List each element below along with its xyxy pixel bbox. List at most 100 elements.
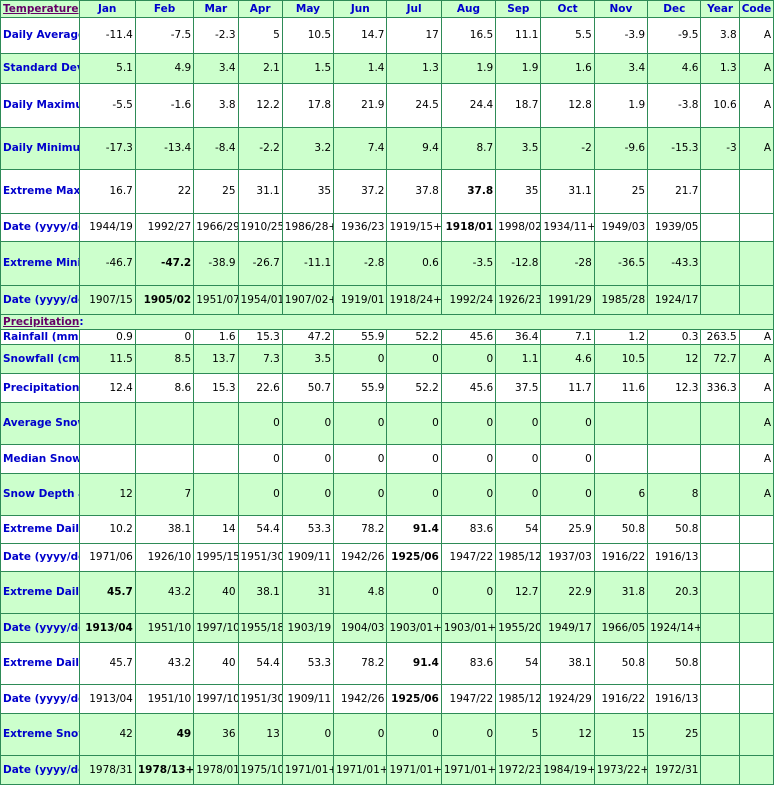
data-cell: 1903/19 bbox=[281, 613, 335, 643]
data-cell: 25.9 bbox=[540, 515, 595, 544]
data-cell: 4.9 bbox=[134, 53, 195, 84]
data-cell: 3.8 bbox=[193, 83, 239, 128]
data-cell bbox=[700, 713, 740, 756]
data-cell: 263.5 bbox=[700, 329, 740, 345]
row-label: Extreme Daily Rainfall (mm) bbox=[0, 515, 80, 544]
data-cell: 37.8 bbox=[386, 169, 442, 214]
data-cell: -11.4 bbox=[78, 17, 136, 54]
col-header-jun: Jun bbox=[333, 0, 388, 18]
table-row: Extreme Daily Snowfall (cm)45.743.24038.… bbox=[0, 571, 774, 614]
row-label: Date (yyyy/dd) bbox=[0, 213, 80, 242]
data-cell: -9.6 bbox=[593, 127, 649, 170]
data-cell: 0 bbox=[281, 713, 335, 756]
precipitation-link[interactable]: Precipitation bbox=[3, 316, 79, 328]
data-cell: 22 bbox=[134, 169, 195, 214]
data-cell: 0 bbox=[495, 402, 542, 445]
data-cell: 1966/05 bbox=[593, 613, 649, 643]
data-cell: 0 bbox=[237, 444, 283, 474]
data-cell: 37.5 bbox=[495, 373, 542, 403]
data-cell: 1971/01+ bbox=[333, 755, 388, 785]
data-cell: 1972/23 bbox=[495, 755, 542, 785]
data-cell: 38.1 bbox=[134, 515, 195, 544]
data-cell: 0.6 bbox=[386, 241, 442, 286]
data-cell: 35 bbox=[495, 169, 542, 214]
data-cell: 14 bbox=[193, 515, 239, 544]
data-cell: 11.5 bbox=[78, 344, 136, 374]
data-cell: -1.6 bbox=[134, 83, 195, 128]
data-cell: 5.5 bbox=[540, 17, 595, 54]
data-cell: 78.2 bbox=[333, 642, 388, 685]
data-cell: 17.8 bbox=[281, 83, 335, 128]
data-cell: -2.8 bbox=[333, 241, 388, 286]
col-header-year: Year bbox=[700, 0, 740, 18]
table-row: Daily Minimum (°C)-17.3-13.4-8.4-2.23.27… bbox=[0, 127, 774, 170]
data-cell: 45.7 bbox=[78, 571, 136, 614]
data-cell: 54.4 bbox=[237, 642, 283, 685]
data-cell: 1978/13+ bbox=[134, 755, 195, 785]
data-cell: -5.5 bbox=[78, 83, 136, 128]
data-code-cell: A bbox=[738, 53, 774, 84]
data-cell bbox=[700, 169, 740, 214]
data-cell: 50.8 bbox=[647, 515, 702, 544]
data-cell: 55.9 bbox=[333, 373, 388, 403]
data-cell: 1916/13 bbox=[647, 684, 702, 714]
data-cell: 1916/22 bbox=[593, 684, 649, 714]
data-code-cell: A bbox=[738, 83, 774, 128]
data-cell: 1985/12 bbox=[495, 684, 542, 714]
col-header-dec: Dec bbox=[647, 0, 702, 18]
data-cell: 0 bbox=[540, 473, 595, 516]
data-cell: 18.7 bbox=[495, 83, 542, 128]
data-cell: 1903/01+ bbox=[386, 613, 442, 643]
data-cell: -43.3 bbox=[647, 241, 702, 286]
data-cell bbox=[647, 444, 702, 474]
data-cell: 0 bbox=[386, 344, 442, 374]
data-cell: 37.8 bbox=[440, 169, 497, 214]
data-code-cell bbox=[738, 684, 774, 714]
table-row: Date (yyyy/dd)1944/191992/271966/291910/… bbox=[0, 213, 774, 242]
table-row: Date (yyyy/dd)1978/311978/13+1978/011975… bbox=[0, 755, 774, 785]
data-cell: 52.2 bbox=[386, 329, 442, 345]
data-cell: -38.9 bbox=[193, 241, 239, 286]
data-cell: 0.3 bbox=[647, 329, 702, 345]
data-cell: 0 bbox=[237, 473, 283, 516]
data-cell: 1903/01+ bbox=[440, 613, 497, 643]
data-cell: 1.3 bbox=[700, 53, 740, 84]
data-cell: 72.7 bbox=[700, 344, 740, 374]
data-cell: 8.6 bbox=[134, 373, 195, 403]
data-cell: 1909/11 bbox=[281, 684, 335, 714]
data-cell: 52.2 bbox=[386, 373, 442, 403]
col-header-aug: Aug bbox=[440, 0, 497, 18]
data-cell bbox=[700, 755, 740, 785]
table-row: Date (yyyy/dd)1913/041951/101997/101955/… bbox=[0, 613, 774, 643]
data-cell: 36.4 bbox=[495, 329, 542, 345]
data-cell: 1937/03 bbox=[540, 543, 595, 572]
row-label: Date (yyyy/dd) bbox=[0, 543, 80, 572]
data-cell: 1918/24+ bbox=[386, 285, 442, 315]
header-row: Temperature: Jan Feb Mar Apr May Jun Jul… bbox=[0, 0, 774, 18]
data-cell: 38.1 bbox=[237, 571, 283, 614]
row-label: Extreme Daily Precipitation (mm) bbox=[0, 642, 80, 685]
data-cell: 38.1 bbox=[540, 642, 595, 685]
data-cell: -3.8 bbox=[647, 83, 702, 128]
data-cell: 4.6 bbox=[647, 53, 702, 84]
data-cell: 0 bbox=[495, 473, 542, 516]
table-row: Extreme Daily Rainfall (mm)10.238.11454.… bbox=[0, 515, 774, 544]
row-label: Standard Deviation bbox=[0, 53, 80, 84]
data-cell: 1936/23 bbox=[333, 213, 388, 242]
data-cell: -26.7 bbox=[237, 241, 283, 286]
precipitation-section: Precipitation: bbox=[0, 314, 774, 330]
data-cell: 91.4 bbox=[386, 642, 442, 685]
data-cell: 0 bbox=[440, 571, 497, 614]
table-row: Extreme Daily Precipitation (mm)45.743.2… bbox=[0, 642, 774, 685]
col-header-oct: Oct bbox=[540, 0, 595, 18]
data-cell: 12.3 bbox=[647, 373, 702, 403]
data-code-cell bbox=[738, 213, 774, 242]
data-cell: -3.5 bbox=[440, 241, 497, 286]
data-cell: 0 bbox=[540, 444, 595, 474]
row-label: Daily Minimum (°C) bbox=[0, 127, 80, 170]
temperature-link[interactable]: Temperature bbox=[3, 3, 78, 15]
data-cell: 15.3 bbox=[193, 373, 239, 403]
data-cell: 1.5 bbox=[281, 53, 335, 84]
data-cell: 0 bbox=[333, 713, 388, 756]
data-cell bbox=[700, 543, 740, 572]
